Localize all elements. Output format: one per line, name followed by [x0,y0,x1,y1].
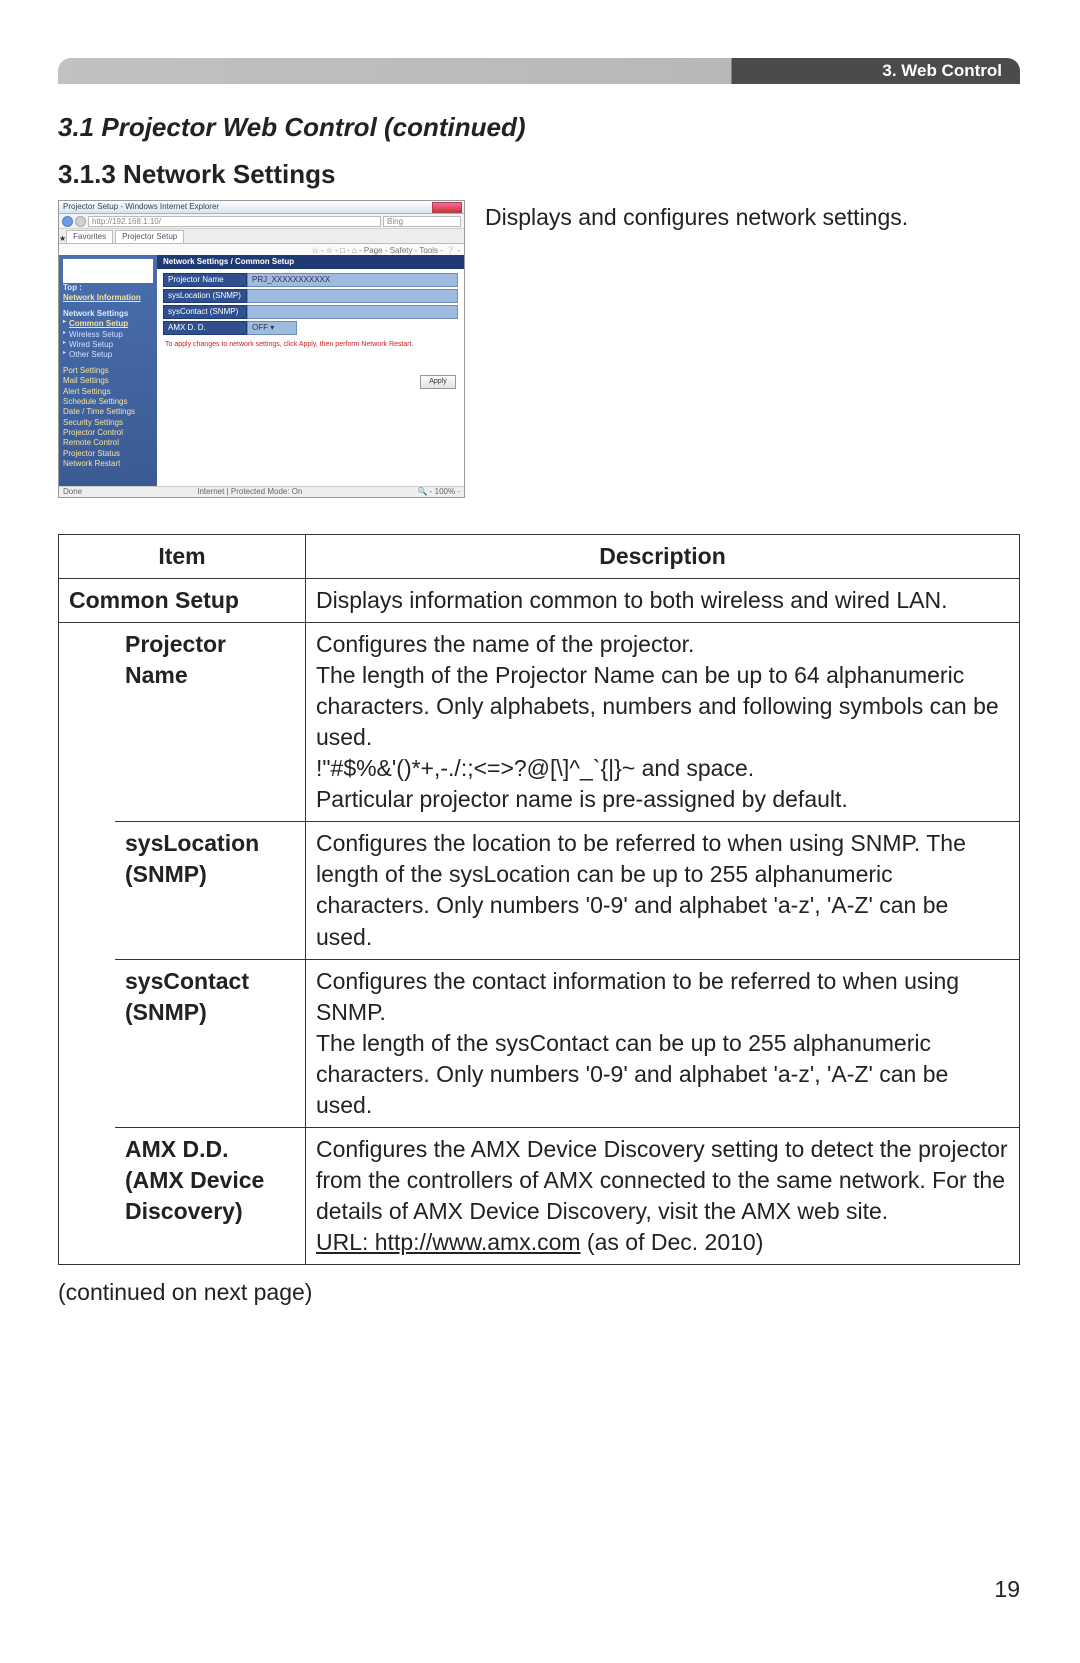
table-row: AMX D.D. (AMX Device Discovery) Configur… [59,1127,1020,1264]
item-amx-dd: AMX D.D. (AMX Device Discovery) [115,1127,305,1264]
desc-sys-location: Configures the location to be referred t… [305,822,1019,959]
chapter-title: 3. Web Control [882,58,1002,84]
browser-titlebar: Projector Setup - Windows Internet Explo… [59,201,464,214]
page-number: 19 [58,1576,1020,1603]
screenshot-main: Network Settings / Common Setup Projecto… [157,255,464,487]
embedded-screenshot: Projector Setup - Windows Internet Explo… [58,200,465,498]
browser-tabs: ★ Favorites Projector Setup [59,229,464,244]
table-row: sysLocation (SNMP) Configures the locati… [59,822,1020,959]
continued-note: (continued on next page) [58,1279,1020,1306]
item-sys-contact: sysContact (SNMP) [115,959,305,1127]
section-title: 3.1 Projector Web Control (continued) [58,112,1020,143]
desc-common-setup: Displays information common to both wire… [305,579,1019,623]
favorites-icon: ★ [59,234,66,243]
search-box: Bing [383,216,461,227]
table-row: Projector Name Configures the name of th… [59,623,1020,822]
desc-projector-name: Configures the name of the projector. Th… [305,623,1019,822]
back-icon [62,216,73,227]
intro-text: Displays and configures network settings… [485,202,1020,233]
window-close-icon [432,202,462,213]
browser-status-bar: Done Internet | Protected Mode: On 🔍 - 1… [59,486,464,497]
table-row: sysContact (SNMP) Configures the contact… [59,959,1020,1127]
table-header-desc: Description [305,535,1019,579]
subsection-title: 3.1.3 Network Settings [58,159,1020,190]
panel-title: Network Settings / Common Setup [157,255,464,269]
tab-projector-setup: Projector Setup [115,230,184,243]
desc-sys-contact: Configures the contact information to be… [305,959,1019,1127]
tab-favorites: Favorites [66,230,113,243]
item-sys-location: sysLocation (SNMP) [115,822,305,959]
forward-icon [75,216,86,227]
table-row: Common Setup Displays information common… [59,579,1020,623]
desc-amx-dd: Configures the AMX Device Discovery sett… [305,1127,1019,1264]
screenshot-sidebar: Top : Network Information Network Settin… [59,255,157,487]
chapter-header-bar: 3. Web Control [58,58,1020,84]
item-projector-name: Projector Name [115,623,305,822]
table-header-item: Item [59,535,306,579]
settings-table: Item Description Common Setup Displays i… [58,534,1020,1265]
apply-button: Apply [420,375,456,389]
item-common-setup: Common Setup [59,579,306,623]
browser-toolbar: http://192.168.1.10/ Bing [59,214,464,229]
address-bar: http://192.168.1.10/ [88,216,381,227]
amx-url-link: URL: http://www.amx.com [316,1229,581,1255]
